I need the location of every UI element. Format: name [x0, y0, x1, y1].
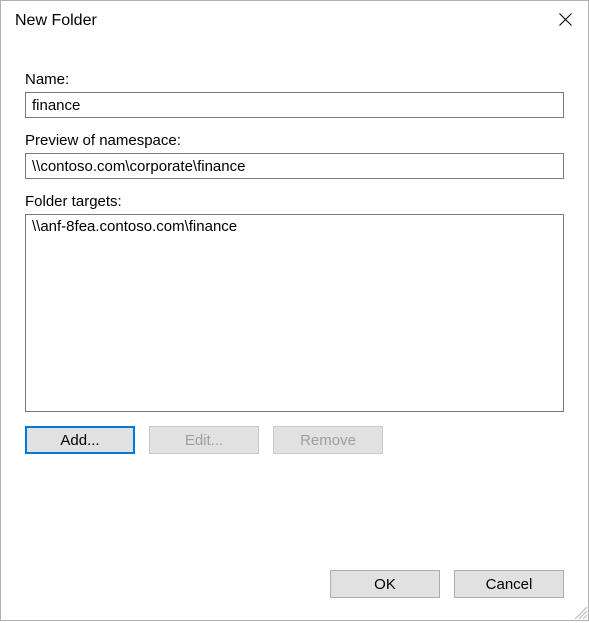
name-label: Name: [25, 71, 564, 88]
preview-label: Preview of namespace: [25, 132, 564, 149]
targets-list[interactable]: \\anf-8fea.contoso.com\finance [25, 214, 564, 412]
close-icon [559, 13, 572, 30]
remove-button: Remove [273, 426, 383, 454]
dialog-content: Name: Preview of namespace: Folder targe… [1, 41, 588, 570]
dialog-title: New Folder [15, 12, 97, 30]
title-bar: New Folder [1, 1, 588, 41]
targets-button-row: Add... Edit... Remove [25, 426, 564, 454]
preview-input [25, 153, 564, 179]
targets-label: Folder targets: [25, 193, 564, 210]
edit-button: Edit... [149, 426, 259, 454]
cancel-button[interactable]: Cancel [454, 570, 564, 598]
close-button[interactable] [542, 1, 588, 41]
name-input[interactable] [25, 92, 564, 118]
dialog-button-bar: OK Cancel [1, 570, 588, 620]
list-item[interactable]: \\anf-8fea.contoso.com\finance [32, 218, 557, 235]
add-button[interactable]: Add... [25, 426, 135, 454]
ok-button[interactable]: OK [330, 570, 440, 598]
